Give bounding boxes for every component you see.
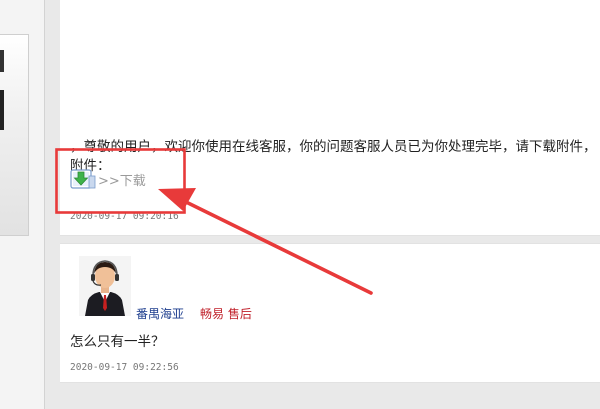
followup-timestamp: 2020-09-17 09:22:56 xyxy=(70,362,179,373)
download-link-text[interactable]: >>下载 xyxy=(98,170,146,189)
download-attachment-link[interactable]: >>下载 xyxy=(70,167,146,191)
reply-timestamp: 2020-09-17 09:20:16 xyxy=(70,211,179,222)
download-arrow-icon xyxy=(70,169,96,189)
followup-message-card: 番禺海亚 畅易 售后 怎么只有一半？ 2020-09-17 09:22:56 xyxy=(60,243,600,383)
reply-message-card: ，尊敬的用户，欢迎你使用在线客服，你的问题客服人员已为你处理完毕，请下载附件， … xyxy=(60,0,600,236)
agent-name[interactable]: 番禺海亚 xyxy=(136,305,184,322)
followup-question-text: 怎么只有一半？ xyxy=(70,334,165,350)
side-mark xyxy=(0,50,4,72)
side-mark xyxy=(0,90,4,130)
agent-avatar xyxy=(79,256,131,316)
side-image-block xyxy=(0,34,29,236)
left-side-panel xyxy=(0,0,45,409)
reply-message-text: ，尊敬的用户，欢迎你使用在线客服，你的问题客服人员已为你处理完毕，请下载附件， xyxy=(70,139,597,155)
agent-department: 畅易 售后 xyxy=(200,307,252,321)
